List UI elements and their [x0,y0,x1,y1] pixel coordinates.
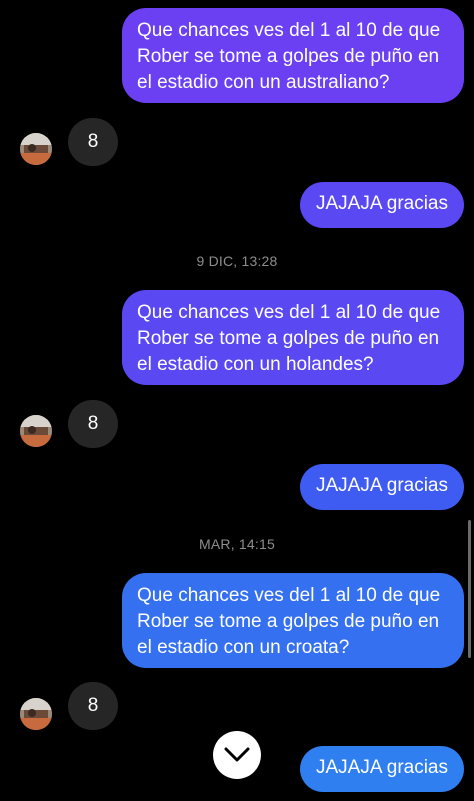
sent-message-bubble[interactable]: JAJAJA gracias [300,464,464,510]
message-text: JAJAJA gracias [316,757,448,778]
avatar-photo [20,415,52,447]
message-text: JAJAJA gracias [316,475,448,496]
message-text: JAJAJA gracias [316,193,448,214]
scroll-to-bottom-button[interactable] [213,731,261,779]
message-text: Que chances ves del 1 al 10 de que Rober… [137,585,441,658]
sent-message-bubble[interactable]: Que chances ves del 1 al 10 de que Rober… [122,573,464,668]
received-message-bubble[interactable]: 8 [68,682,118,730]
sent-message-bubble[interactable]: JAJAJA gracias [300,182,464,228]
avatar-photo [20,133,52,165]
sent-message-bubble[interactable]: Que chances ves del 1 al 10 de que Rober… [122,290,464,385]
message-text: Que chances ves del 1 al 10 de que Rober… [137,302,441,375]
received-message-bubble[interactable]: 8 [68,400,118,448]
sent-message-bubble[interactable]: JAJAJA gracias [300,746,464,792]
message-text: Que chances ves del 1 al 10 de que Rober… [137,20,441,93]
avatar[interactable] [20,698,52,730]
avatar[interactable] [20,415,52,447]
message-timestamp: MAR, 14:15 [199,536,275,552]
message-text: 8 [87,695,99,716]
avatar[interactable] [20,133,52,165]
chevron-down-icon [224,747,250,762]
scrollbar[interactable] [468,520,471,658]
message-timestamp: 9 DIC, 13:28 [196,253,278,269]
message-text: 8 [87,413,99,434]
sent-message-bubble[interactable]: Que chances ves del 1 al 10 de que Rober… [122,8,464,103]
received-message-bubble[interactable]: 8 [68,118,118,166]
message-text: 8 [87,131,99,152]
avatar-photo [20,698,52,730]
